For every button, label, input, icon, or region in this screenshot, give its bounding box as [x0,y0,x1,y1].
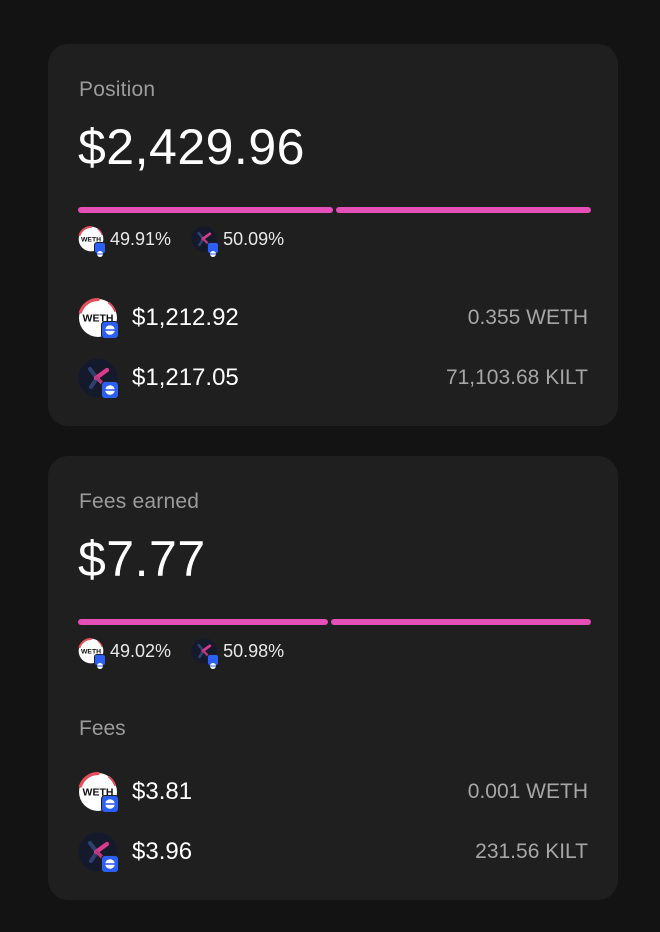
fees-earned-label: Fees earned [79,490,200,513]
position-share-kilt: 50.09% [191,226,285,257]
fees-share-kilt: 50.98% [191,638,285,669]
fees-kilt-amount: 231.56 KILT [475,840,588,863]
base-chain-icon [101,795,119,813]
position-weth-usd: $1,212.92 [132,304,239,331]
base-chain-icon [207,242,220,257]
fees-split-weth [78,619,328,625]
position-kilt-amount: 71,103.68 KILT [445,366,588,389]
position-split-kilt [335,207,591,213]
position-share-weth-text: 49.91% [110,228,172,249]
fees-share-kilt-text: 50.98% [223,640,285,661]
fees-share-weth-text: 49.02% [110,640,172,661]
position-share-kilt-text: 50.09% [223,228,285,249]
position-kilt-usd: $1,217.05 [132,364,239,391]
kilt-icon [191,226,220,257]
position-value: $2,429.96 [78,119,305,175]
fees-row-weth: WETH $3.81 0.001 WETH [78,772,588,813]
fees-card: Fees earned $7.77 WETH 49.02% 50.98% Fee… [48,456,618,900]
position-split-weth [78,207,333,213]
fees-share-weth: WETH 49.02% [78,638,172,669]
fees-row-kilt: $3.96 231.56 KILT [78,832,588,873]
fees-kilt-usd: $3.96 [132,838,193,865]
weth-icon: WETH [78,226,106,257]
position-shares: WETH 49.91% 50.09% [78,226,304,257]
position-weth-amount: 0.355 WETH [467,306,588,329]
fees-shares: WETH 49.02% 50.98% [78,638,304,669]
fees-split-kilt [331,619,591,625]
position-split-bar [78,207,591,213]
base-chain-icon [101,321,119,339]
position-row-weth: WETH $1,212.92 0.355 WETH [78,298,588,339]
fees-subheading: Fees [79,717,126,740]
base-chain-icon [94,242,106,257]
kilt-icon [78,358,119,399]
fees-split-bar [78,619,591,625]
base-chain-icon [94,654,106,669]
fees-weth-usd: $3.81 [132,778,193,805]
position-card: Position $2,429.96 WETH 49.91% 50.09% WE… [48,44,618,426]
base-chain-icon [101,855,119,873]
kilt-icon [78,832,119,873]
weth-icon: WETH [78,772,119,813]
weth-icon: WETH [78,298,119,339]
base-chain-icon [207,654,220,669]
position-share-weth: WETH 49.91% [78,226,172,257]
base-chain-icon [101,381,119,399]
fees-weth-amount: 0.001 WETH [467,780,588,803]
kilt-icon [191,638,220,669]
position-row-kilt: $1,217.05 71,103.68 KILT [78,358,588,399]
fees-earned-value: $7.77 [78,531,206,587]
weth-icon: WETH [78,638,106,669]
position-label: Position [79,78,156,101]
